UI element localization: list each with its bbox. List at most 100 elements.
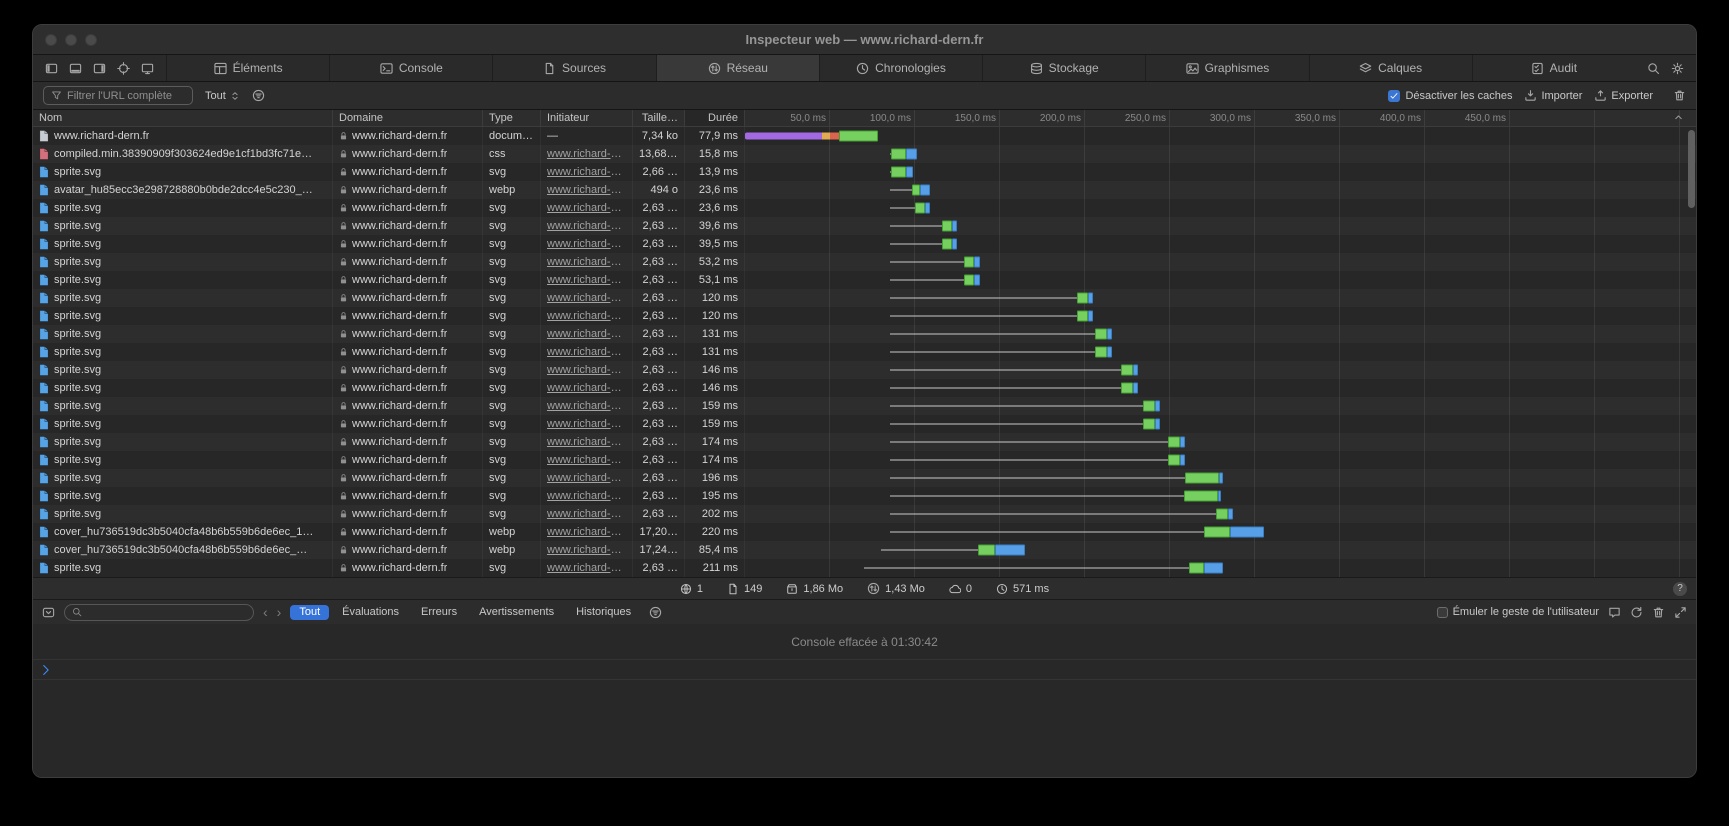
tab-elements[interactable]: Éléments — [166, 55, 329, 81]
table-row[interactable]: www.richard-dern.frwww.richard-dern.frdo… — [33, 127, 1696, 145]
dock-left-icon[interactable] — [45, 62, 58, 75]
table-row[interactable]: sprite.svgwww.richard-dern.frsvgwww.rich… — [33, 217, 1696, 235]
console-prompt[interactable] — [33, 660, 1696, 680]
console-filter-icon[interactable] — [649, 606, 662, 619]
console-options-icon[interactable] — [42, 606, 55, 619]
filter-options-icon[interactable] — [252, 89, 265, 102]
vertical-scrollbar[interactable] — [1687, 127, 1696, 577]
element-picker-icon[interactable] — [117, 62, 130, 75]
console-scope-erreurs[interactable]: Erreurs — [412, 605, 466, 620]
resource-initiator-cell[interactable]: www.richard-d… — [541, 469, 633, 487]
resource-initiator-cell[interactable]: www.richard-d… — [541, 325, 633, 343]
resource-initiator-cell[interactable]: www.richard-d… — [541, 271, 633, 289]
resource-initiator-cell[interactable]: www.richard-d… — [541, 361, 633, 379]
tab-sources[interactable]: Sources — [492, 55, 655, 81]
resource-initiator-cell[interactable]: www.richard-d… — [541, 217, 633, 235]
table-row[interactable]: sprite.svgwww.richard-dern.frsvgwww.rich… — [33, 163, 1696, 181]
tab-network[interactable]: Réseau — [656, 55, 819, 81]
console-messages-icon[interactable] — [1608, 606, 1621, 619]
table-row[interactable]: sprite.svgwww.richard-dern.frsvgwww.rich… — [33, 505, 1696, 523]
next-result-button[interactable]: › — [277, 605, 282, 619]
resource-scope-dropdown[interactable]: Tout — [205, 90, 240, 102]
search-icon[interactable] — [1647, 62, 1660, 75]
resource-initiator-cell[interactable]: www.richard-d… — [541, 289, 633, 307]
resource-initiator-cell[interactable]: www.richard-d… — [541, 505, 633, 523]
minimize-window-button[interactable] — [65, 34, 77, 46]
console-search-input[interactable] — [64, 604, 254, 621]
resource-initiator-cell[interactable]: www.richard-d… — [541, 181, 633, 199]
table-row[interactable]: sprite.svgwww.richard-dern.frsvgwww.rich… — [33, 469, 1696, 487]
export-button[interactable]: Exporter — [1594, 89, 1653, 102]
table-row[interactable]: sprite.svgwww.richard-dern.frsvgwww.rich… — [33, 433, 1696, 451]
resource-initiator-cell[interactable]: www.richard-d… — [541, 145, 633, 163]
table-row[interactable]: cover_hu736519dc3b5040cfa48b6b559b6de6ec… — [33, 541, 1696, 559]
table-row[interactable]: sprite.svgwww.richard-dern.frsvgwww.rich… — [33, 235, 1696, 253]
console-scope-évaluations[interactable]: Évaluations — [333, 605, 408, 620]
table-row[interactable]: cover_hu736519dc3b5040cfa48b6b559b6de6ec… — [33, 523, 1696, 541]
table-row[interactable]: sprite.svgwww.richard-dern.frsvgwww.rich… — [33, 307, 1696, 325]
column-header-taille[interactable]: Taille… — [633, 110, 685, 126]
dock-right-icon[interactable] — [93, 62, 106, 75]
table-row[interactable]: sprite.svgwww.richard-dern.frsvgwww.rich… — [33, 487, 1696, 505]
tab-graphics[interactable]: Graphismes — [1145, 55, 1308, 81]
zoom-window-button[interactable] — [85, 34, 97, 46]
resource-initiator-cell[interactable]: www.richard-d… — [541, 433, 633, 451]
clear-console-trash-icon[interactable] — [1652, 606, 1665, 619]
resource-initiator-cell[interactable]: www.richard-d… — [541, 415, 633, 433]
help-button[interactable]: ? — [1673, 582, 1687, 596]
resource-initiator-cell[interactable]: www.richard-d… — [541, 343, 633, 361]
resource-initiator-cell[interactable]: www.richard-d… — [541, 307, 633, 325]
import-button[interactable]: Importer — [1524, 89, 1582, 102]
resource-initiator-cell[interactable]: www.richard-d… — [541, 451, 633, 469]
tab-audit[interactable]: Audit — [1472, 55, 1635, 81]
table-row[interactable]: sprite.svgwww.richard-dern.frsvgwww.rich… — [33, 397, 1696, 415]
table-row[interactable]: sprite.svgwww.richard-dern.frsvgwww.rich… — [33, 361, 1696, 379]
close-window-button[interactable] — [45, 34, 57, 46]
table-row[interactable]: sprite.svgwww.richard-dern.frsvgwww.rich… — [33, 415, 1696, 433]
dock-bottom-icon[interactable] — [69, 62, 82, 75]
resource-initiator-cell[interactable]: www.richard-d… — [541, 199, 633, 217]
table-row[interactable]: avatar_hu85ecc3e298728880b0bde2dcc4e5c23… — [33, 181, 1696, 199]
column-header-initiateur[interactable]: Initiateur — [541, 110, 633, 126]
previous-result-button[interactable]: ‹ — [263, 605, 268, 619]
console-scope-tout[interactable]: Tout — [290, 605, 329, 620]
table-row[interactable]: sprite.svgwww.richard-dern.frsvgwww.rich… — [33, 451, 1696, 469]
table-row[interactable]: compiled.min.38390909f303624ed9e1cf1bd3f… — [33, 145, 1696, 163]
table-row[interactable]: sprite.svgwww.richard-dern.frsvgwww.rich… — [33, 289, 1696, 307]
settings-gear-icon[interactable] — [1671, 62, 1684, 75]
resource-initiator-cell[interactable]: www.richard-d… — [541, 397, 633, 415]
table-row[interactable]: sprite.svgwww.richard-dern.frsvgwww.rich… — [33, 379, 1696, 397]
reload-console-icon[interactable] — [1630, 606, 1643, 619]
tab-storage[interactable]: Stockage — [982, 55, 1145, 81]
table-row[interactable]: sprite.svgwww.richard-dern.frsvgwww.rich… — [33, 199, 1696, 217]
console-scope-historiques[interactable]: Historiques — [567, 605, 640, 620]
table-row[interactable]: sprite.svgwww.richard-dern.frsvgwww.rich… — [33, 325, 1696, 343]
resource-initiator-cell[interactable]: www.richard-d… — [541, 523, 633, 541]
tab-console[interactable]: Console — [329, 55, 492, 81]
column-header-duree[interactable]: Durée — [685, 110, 745, 126]
expand-console-icon[interactable] — [1674, 606, 1687, 619]
table-row[interactable]: sprite.svgwww.richard-dern.frsvgwww.rich… — [33, 271, 1696, 289]
resource-initiator-cell[interactable]: www.richard-d… — [541, 559, 633, 577]
clear-network-trash-icon[interactable] — [1673, 89, 1686, 102]
column-header-nom[interactable]: Nom — [33, 110, 333, 126]
tab-timelines[interactable]: Chronologies — [819, 55, 982, 81]
column-header-type[interactable]: Type — [483, 110, 541, 126]
resource-initiator-cell[interactable]: www.richard-d… — [541, 487, 633, 505]
disable-caches-checkbox[interactable]: Désactiver les caches — [1388, 90, 1512, 102]
column-header-domaine[interactable]: Domaine — [333, 110, 483, 126]
resource-initiator-cell[interactable]: www.richard-d… — [541, 541, 633, 559]
resource-initiator-cell[interactable]: www.richard-d… — [541, 235, 633, 253]
table-row[interactable]: sprite.svgwww.richard-dern.frsvgwww.rich… — [33, 559, 1696, 577]
chevron-up-icon[interactable] — [1673, 112, 1684, 123]
table-row[interactable]: sprite.svgwww.richard-dern.frsvgwww.rich… — [33, 343, 1696, 361]
resource-initiator-cell[interactable]: www.richard-d… — [541, 253, 633, 271]
resource-initiator-cell[interactable]: www.richard-d… — [541, 163, 633, 181]
table-row[interactable]: sprite.svgwww.richard-dern.frsvgwww.rich… — [33, 253, 1696, 271]
emulate-user-gesture-checkbox[interactable]: Émuler le geste de l'utilisateur — [1437, 606, 1599, 618]
console-scope-avertissements[interactable]: Avertissements — [470, 605, 563, 620]
device-icon[interactable] — [141, 62, 154, 75]
resource-initiator-cell[interactable]: www.richard-d… — [541, 379, 633, 397]
scrollbar-thumb[interactable] — [1688, 130, 1695, 208]
url-filter-input[interactable]: Filtrer l'URL complète — [43, 86, 193, 105]
